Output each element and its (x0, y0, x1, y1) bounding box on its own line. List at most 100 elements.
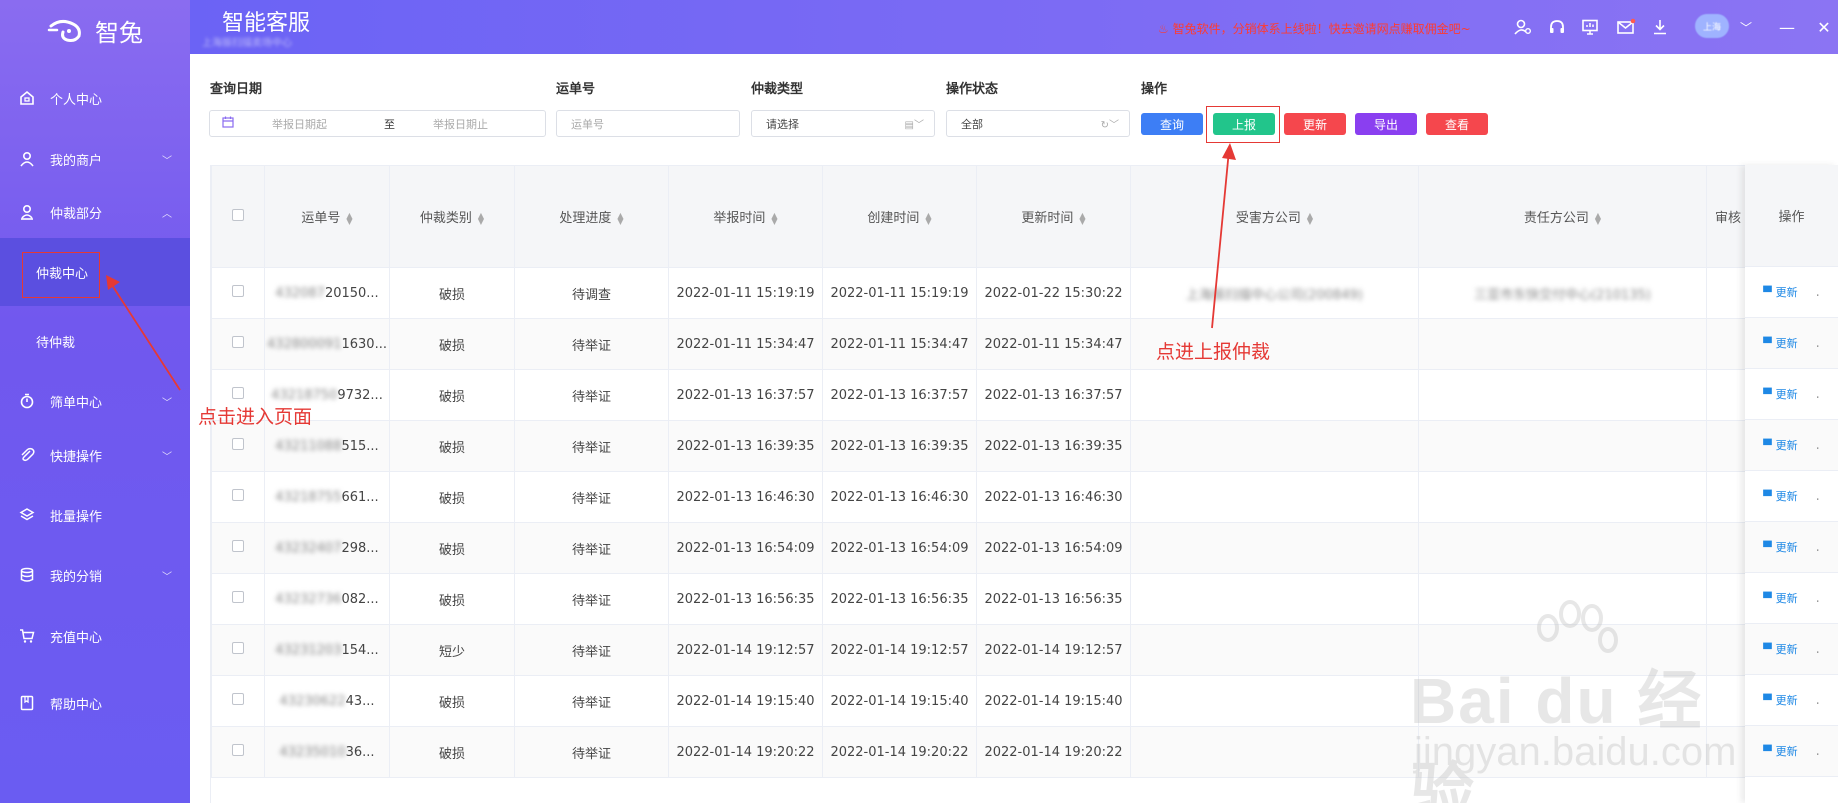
sidebar-item-label: 快捷操作 (50, 449, 103, 465)
sidebar-item-label: 我的商户 (50, 153, 103, 169)
row-update-link[interactable]: ▀ 更新. (1745, 624, 1838, 675)
minimize-icon[interactable]: — (1777, 17, 1797, 37)
close-icon[interactable]: ✕ (1814, 17, 1834, 37)
type-filter-label: 仲裁类型 (751, 82, 804, 97)
table-row[interactable]: 43218755661... 破损 待举证 2022-01-13 16:46:30 20… (211, 471, 1838, 523)
cell-waybill[interactable]: 43231203154... (264, 624, 390, 676)
table-row[interactable]: 4323062243... 破损 待举证 2022-01-14 19:15:40 202… (211, 675, 1838, 727)
row-checkbox[interactable] (211, 573, 265, 625)
date-range-picker[interactable]: 举报日期起 至 举报日期止 (209, 110, 546, 137)
row-update-link[interactable]: ▀ 更新. (1745, 267, 1838, 318)
row-update-link[interactable]: ▀ 更新. (1745, 726, 1838, 777)
cell-waybill[interactable]: 43232736082... (264, 573, 390, 625)
cell-audit (1706, 420, 1747, 472)
database-icon (18, 566, 36, 584)
table-row[interactable]: 43231203154... 短少 待举证 2022-01-14 19:12:57 20… (211, 624, 1838, 676)
col-progress[interactable]: 处理进度 ▲ ▼ (514, 165, 669, 268)
select-all-checkbox[interactable] (211, 165, 265, 268)
table-row[interactable]: 43232407298... 破损 待举证 2022-01-13 16:54:09 20… (211, 522, 1838, 574)
type-select[interactable]: 请选择 ▤﹀ (751, 110, 935, 137)
sidebar-item-personal[interactable]: 个人中心 (0, 86, 190, 110)
col-waybill[interactable]: 运单号 ▲ ▼ (264, 165, 390, 268)
mail-icon[interactable] (1616, 17, 1636, 37)
row-checkbox[interactable] (211, 726, 265, 778)
row-update-link[interactable]: ▀ 更新. (1745, 573, 1838, 624)
row-update-link[interactable]: ▀ 更新. (1745, 471, 1838, 522)
download-icon[interactable] (1650, 17, 1670, 37)
query-button[interactable]: 查询 (1141, 113, 1203, 135)
sidebar-item-distribution[interactable]: 我的分销 ﹀ (0, 563, 190, 587)
presentation-icon[interactable] (1580, 17, 1600, 37)
sidebar-item-label: 充值中心 (50, 630, 103, 646)
table-row[interactable]: 4323501036... 破损 待举证 2022-01-14 19:20:22 202… (211, 726, 1838, 778)
cell-waybill[interactable]: 43218755661... (264, 471, 390, 523)
row-checkbox[interactable] (211, 675, 265, 727)
row-update-link[interactable]: ▀ 更新. (1745, 369, 1838, 420)
row-checkbox[interactable] (211, 318, 265, 370)
edit-icon: ▀ (1763, 489, 1772, 503)
user-icon (18, 150, 36, 168)
row-checkbox[interactable] (211, 624, 265, 676)
date-start-input[interactable]: 举报日期起 (272, 116, 372, 132)
row-update-link[interactable]: ▀ 更新. (1745, 522, 1838, 573)
sidebar-item-quick-ops[interactable]: 快捷操作 ﹀ (0, 443, 190, 467)
sidebar-item-recharge[interactable]: 充值中心 (0, 624, 190, 648)
table-row[interactable]: 43208720150... 破损 待调查 2022-01-11 15:19:19 20… (211, 267, 1838, 319)
sidebar-item-batch[interactable]: 批量操作 (0, 503, 190, 527)
col-responsible[interactable]: 责任方公司 ▲ ▼ (1418, 165, 1707, 268)
update-button[interactable]: 更新 (1284, 113, 1346, 135)
cell-progress: 待举证 (514, 420, 669, 472)
cell-responsible (1418, 522, 1707, 574)
date-end-input[interactable]: 举报日期止 (433, 116, 488, 132)
table-row[interactable]: 43211088515... 破损 待举证 2022-01-13 16:39:35 20… (211, 420, 1838, 472)
cell-updated-time: 2022-01-13 16:37:57 (976, 369, 1131, 421)
cell-report-time: 2022-01-13 16:46:30 (668, 471, 823, 523)
col-created-time[interactable]: 创建时间 ▲ ▼ (822, 165, 977, 268)
col-report-time[interactable]: 举报时间 ▲ ▼ (668, 165, 823, 268)
view-button[interactable]: 查看 (1426, 113, 1488, 135)
export-button[interactable]: 导出 (1355, 113, 1417, 135)
cell-created-time: 2022-01-13 16:37:57 (822, 369, 977, 421)
cell-report-time: 2022-01-11 15:34:47 (668, 318, 823, 370)
calendar-icon (222, 116, 236, 131)
row-update-link[interactable]: ▀ 更新. (1745, 420, 1838, 471)
row-update-link[interactable]: ▀ 更新. (1745, 675, 1838, 726)
cell-progress: 待举证 (514, 318, 669, 370)
sidebar-item-screening[interactable]: 筛单中心 ﹀ (0, 389, 190, 413)
sidebar-item-help[interactable]: 帮助中心 (0, 691, 190, 715)
status-select[interactable]: 全部 ↻﹀ (946, 110, 1130, 137)
table-row[interactable]: 432187509732... 破损 待举证 2022-01-13 16:37:57 2… (211, 369, 1838, 421)
cell-waybill[interactable]: 4323501036... (264, 726, 390, 778)
sidebar-subitem-pending[interactable]: 待仲裁 (0, 332, 190, 351)
col-ops-header: 操作 (1745, 165, 1838, 267)
cell-waybill[interactable]: 43232407298... (264, 522, 390, 574)
cell-waybill[interactable]: 43208720150... (264, 267, 390, 319)
row-checkbox[interactable] (211, 267, 265, 319)
edit-icon: ▀ (1763, 591, 1772, 605)
col-updated-time[interactable]: 更新时间 ▲ ▼ (976, 165, 1131, 268)
cell-waybill[interactable]: 4323062243... (264, 675, 390, 727)
col-type[interactable]: 仲裁类别 ▲ ▼ (389, 165, 515, 268)
notice-banner[interactable]: ♨ 智兔软件，分销体系上线啦！快去邀请网点赚取佣金吧~ (1158, 20, 1471, 37)
cell-updated-time: 2022-01-14 19:12:57 (976, 624, 1131, 676)
col-victim[interactable]: 受害方公司 ▲ ▼ (1130, 165, 1419, 268)
sidebar-item-arbitration[interactable]: 仲裁部分 ︿ (0, 200, 190, 224)
brand-logo[interactable]: 智兔 (0, 0, 190, 60)
row-checkbox[interactable] (211, 522, 265, 574)
chevron-down-icon[interactable]: ﹀ (1736, 17, 1756, 37)
sidebar-item-merchants[interactable]: 我的商户 ﹀ (0, 147, 190, 171)
cell-progress: 待举证 (514, 726, 669, 778)
waybill-input[interactable]: 运单号 (556, 110, 740, 137)
cell-type: 破损 (389, 522, 515, 574)
user-settings-icon[interactable] (1513, 17, 1533, 37)
table-row[interactable]: 43232736082... 破损 待举证 2022-01-13 16:56:35 20… (211, 573, 1838, 625)
cell-progress: 待举证 (514, 624, 669, 676)
row-checkbox[interactable] (211, 471, 265, 523)
cell-type: 破损 (389, 573, 515, 625)
avatar[interactable]: 上海 (1695, 14, 1729, 38)
table-row[interactable]: 4328000911630... 破损 待举证 2022-01-11 15:34:47… (211, 318, 1838, 370)
row-update-link[interactable]: ▀ 更新. (1745, 318, 1838, 369)
edit-icon: ▀ (1763, 387, 1772, 401)
headset-icon[interactable] (1547, 17, 1567, 37)
cell-waybill[interactable]: 4328000911630... (264, 318, 390, 370)
